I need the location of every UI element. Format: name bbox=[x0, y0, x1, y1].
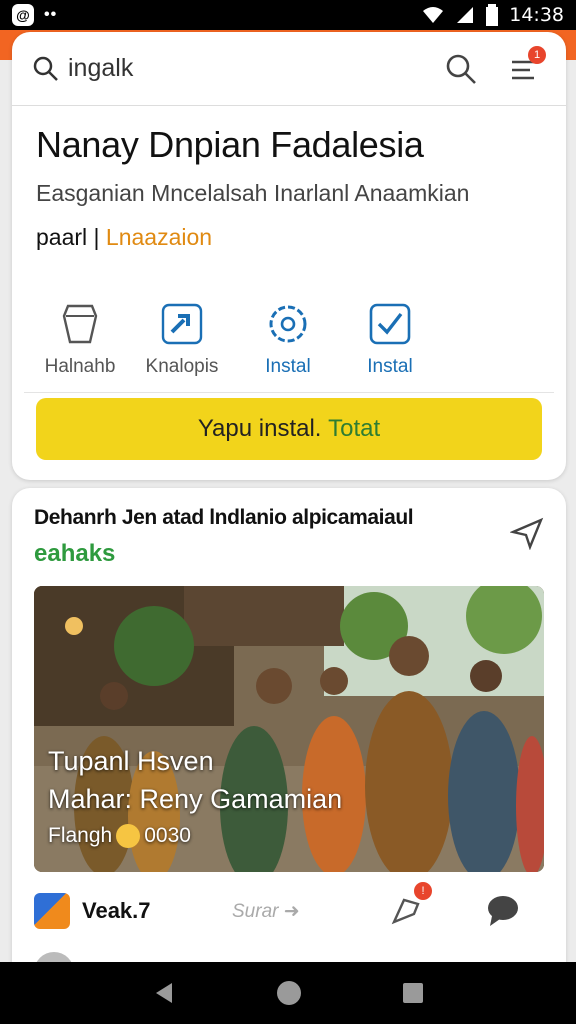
signal-icon bbox=[457, 7, 474, 23]
search-button-icon[interactable] bbox=[444, 52, 478, 86]
home-icon[interactable] bbox=[276, 980, 302, 1006]
send-icon[interactable] bbox=[510, 516, 544, 550]
caption-prefix: Flangh bbox=[48, 824, 113, 847]
app-subtitle: Easganian Mncelalsah Inarlanl Anaamkian bbox=[36, 180, 470, 206]
app-header-card: ingalk 1 Nanay Dnpian Fadalesia Easgania… bbox=[12, 32, 566, 480]
divider bbox=[24, 392, 554, 393]
post-tag[interactable]: eahaks bbox=[34, 540, 115, 568]
action-label: Knalopis bbox=[145, 356, 219, 377]
status-bar: @ •• 14:38 bbox=[0, 0, 576, 30]
install-button[interactable]: Yapu instal. Totat bbox=[36, 398, 542, 460]
action-label: Instal bbox=[265, 356, 311, 377]
smile-emoji-icon bbox=[116, 824, 141, 848]
tagline-prefix: paarl bbox=[36, 224, 88, 250]
comment-icon[interactable] bbox=[486, 894, 520, 928]
wifi-icon bbox=[423, 7, 444, 23]
caption-line-1: Tupanl Hsven bbox=[48, 746, 214, 776]
notify-button[interactable]: ! bbox=[390, 881, 432, 931]
search-input[interactable]: ingalk bbox=[68, 54, 444, 83]
post-footer: Veak.7 Surar ➜ ! bbox=[34, 881, 544, 936]
action-label: Instal bbox=[367, 356, 413, 377]
search-icon bbox=[33, 56, 58, 81]
post-title: Dehanrh Jen atad lndlanio alpicamaiaul bbox=[34, 506, 414, 529]
source-logo-icon[interactable] bbox=[34, 893, 70, 929]
share-label: Surar bbox=[232, 900, 279, 922]
caption-line-2: Mahar: Reny Gamamian bbox=[48, 784, 343, 814]
battery-icon bbox=[486, 4, 499, 26]
app-notification-icon: @ bbox=[12, 4, 34, 26]
caption-suffix: 0030 bbox=[144, 824, 191, 847]
checkbox-icon bbox=[369, 303, 411, 345]
recents-icon[interactable] bbox=[402, 982, 424, 1004]
notify-badge: ! bbox=[414, 881, 432, 900]
action-label: Halnahb bbox=[44, 356, 116, 377]
menu-badge: 1 bbox=[528, 45, 546, 64]
caption-line-3: Flangh 0030 bbox=[48, 824, 191, 848]
app-title: Nanay Dnpian Fadalesia bbox=[36, 124, 424, 165]
action-instal-2[interactable]: Instal bbox=[340, 302, 440, 378]
shield-icon bbox=[62, 304, 98, 344]
gear-icon bbox=[269, 305, 307, 343]
search-bar[interactable]: ingalk 1 bbox=[12, 32, 566, 106]
tagline-highlight: Lnaazaion bbox=[105, 224, 213, 250]
clock: 14:38 bbox=[509, 4, 564, 26]
action-row: Halnahb Knalopis Instal Instal bbox=[36, 302, 446, 382]
action-halnahb[interactable]: Halnahb bbox=[30, 302, 130, 378]
install-label: Yapu instal. bbox=[197, 415, 322, 442]
action-knalopis[interactable]: Knalopis bbox=[132, 302, 232, 378]
action-instal[interactable]: Instal bbox=[238, 302, 338, 378]
more-notifications-icon: •• bbox=[44, 6, 58, 23]
app-tagline: paarl | Lnaazaion bbox=[36, 224, 213, 250]
share-icon bbox=[161, 303, 203, 345]
menu-button[interactable]: 1 bbox=[508, 45, 546, 84]
system-nav-bar bbox=[0, 962, 576, 1024]
share-link[interactable]: Surar ➜ bbox=[232, 900, 362, 923]
post-photo[interactable]: Tupanl Hsven Mahar: Reny Gamamian Flangh… bbox=[34, 586, 544, 872]
post-card: Dehanrh Jen atad lndlanio alpicamaiaul e… bbox=[12, 488, 566, 978]
install-label-accent: Totat bbox=[328, 415, 381, 442]
back-icon[interactable] bbox=[152, 981, 176, 1005]
source-name[interactable]: Veak.7 bbox=[82, 898, 232, 924]
